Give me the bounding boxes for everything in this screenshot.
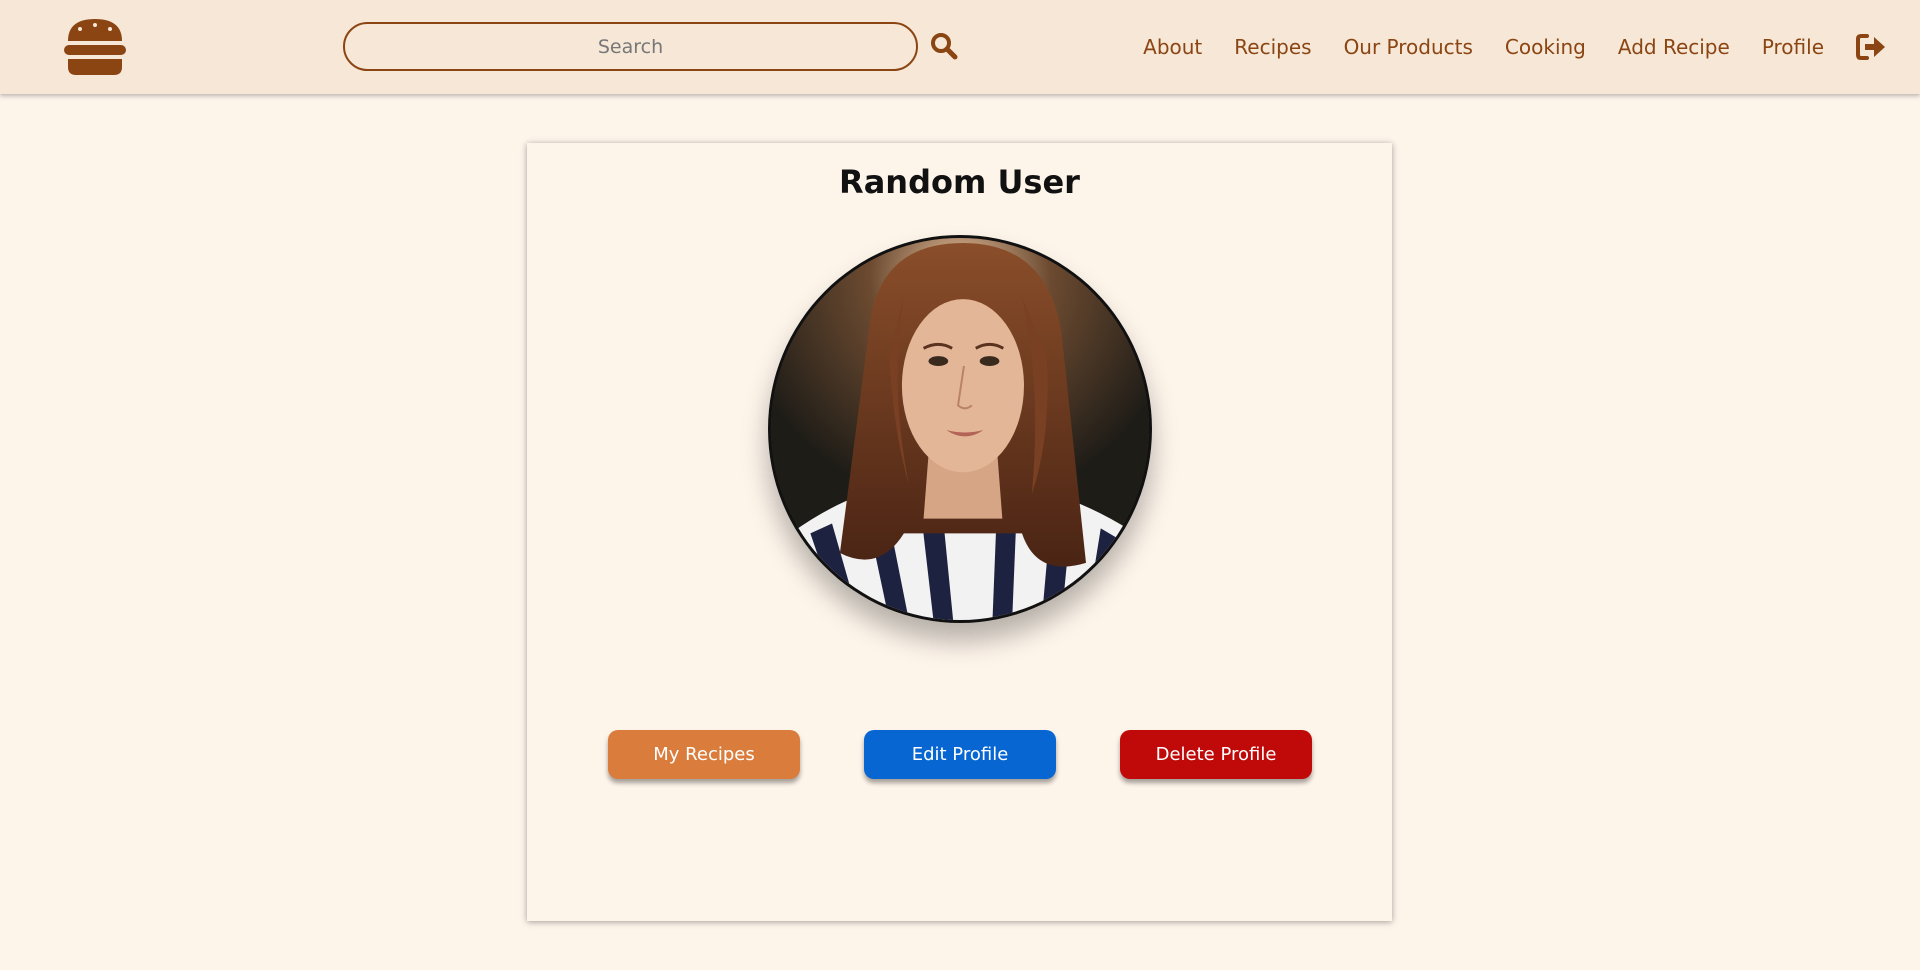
my-recipes-button[interactable]: My Recipes: [608, 730, 800, 779]
nav-link-recipes[interactable]: Recipes: [1234, 35, 1311, 59]
profile-name: Random User: [839, 163, 1080, 201]
delete-profile-button[interactable]: Delete Profile: [1120, 730, 1312, 779]
profile-card: Random User My Recipes Edit Profile Dele…: [527, 143, 1392, 921]
sign-out-icon[interactable]: [1856, 33, 1886, 61]
avatar-image: [771, 238, 1149, 620]
edit-profile-button[interactable]: Edit Profile: [864, 730, 1056, 779]
nav-link-our-products[interactable]: Our Products: [1344, 35, 1473, 59]
burger-icon[interactable]: [64, 17, 126, 77]
nav-link-cooking[interactable]: Cooking: [1505, 35, 1586, 59]
nav-link-profile[interactable]: Profile: [1762, 35, 1824, 59]
search-icon[interactable]: [930, 32, 958, 60]
search-input[interactable]: [343, 22, 918, 71]
nav-link-add-recipe[interactable]: Add Recipe: [1618, 35, 1730, 59]
nav-link-about[interactable]: About: [1143, 35, 1202, 59]
top-navbar: About Recipes Our Products Cooking Add R…: [0, 0, 1920, 94]
main-nav: About Recipes Our Products Cooking Add R…: [1143, 0, 1920, 94]
profile-photo: [768, 235, 1152, 623]
